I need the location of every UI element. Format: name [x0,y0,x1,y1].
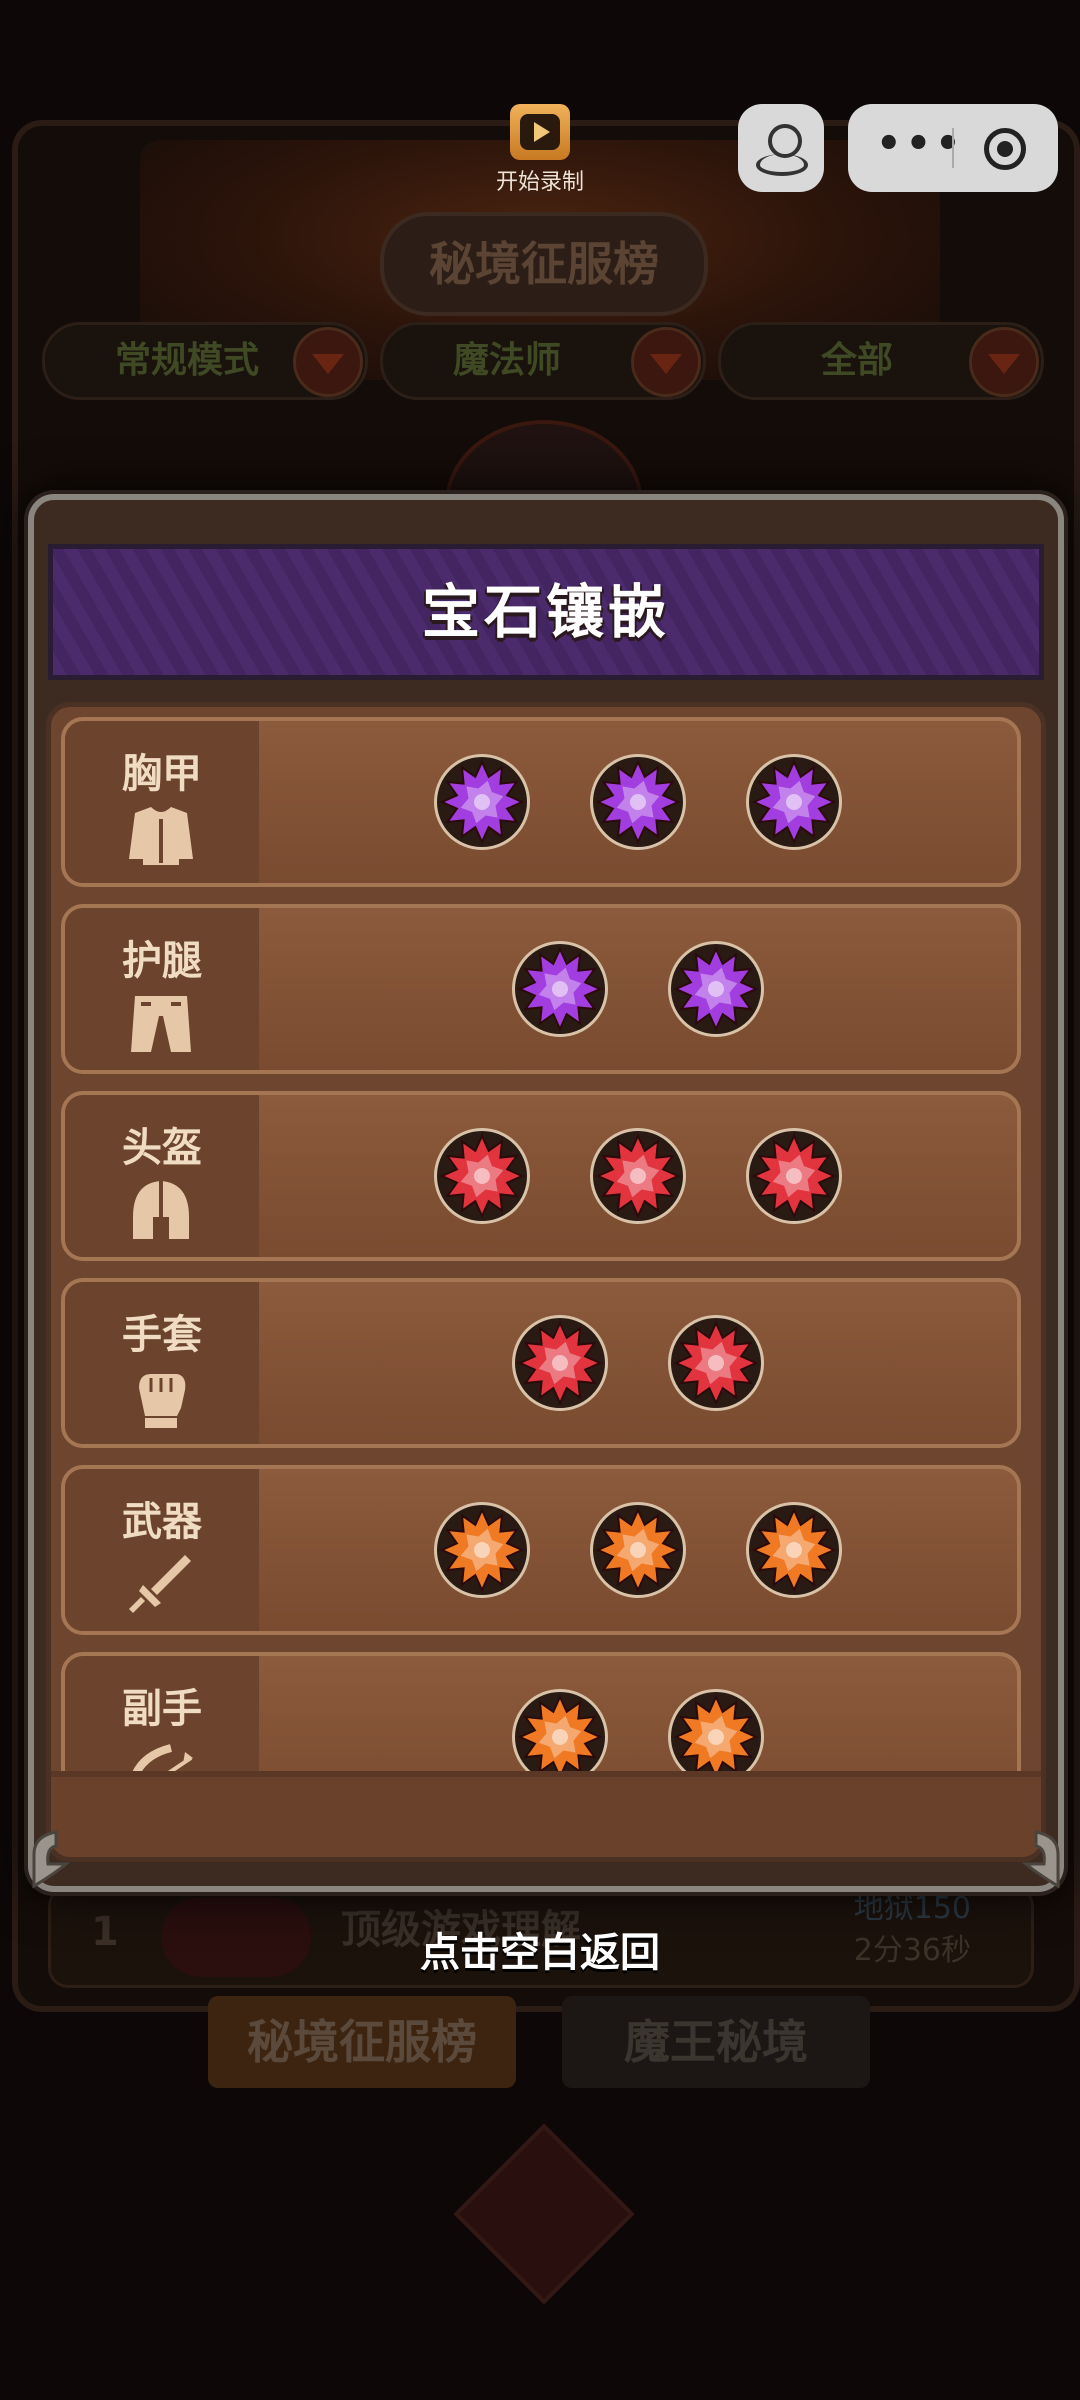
red-gem-icon[interactable] [668,1315,764,1411]
chevron-down-icon [293,327,363,397]
slot-name: 护腿 [122,938,202,984]
orange-gem-icon[interactable] [590,1502,686,1598]
mode-filter-label: 常规模式 [115,340,260,381]
equipment-slot-list[interactable]: 胸甲护腿头盔手套武器副手 [61,717,1033,1773]
profile-button[interactable] [738,104,824,192]
red-gem-icon[interactable] [746,1128,842,1224]
sword-icon [129,1555,191,1613]
close-miniprogram-button[interactable] [984,128,1026,170]
leggings-icon [131,996,191,1052]
tab-demon-realm[interactable]: 魔王秘境 [562,1996,870,2088]
red-gem-icon[interactable] [434,1128,530,1224]
gem-sockets [259,1656,1017,1773]
purple-gem-icon[interactable] [668,941,764,1037]
class-filter[interactable]: 魔法师 [380,322,706,400]
purple-gem-icon[interactable] [590,754,686,850]
slot-label-area: 副手 [65,1656,259,1773]
corner-ornament-icon [32,1830,71,1889]
slot-name: 副手 [122,1686,202,1732]
start-recording-label: 开始录制 [495,170,584,195]
orange-gem-icon[interactable] [512,1689,608,1773]
bow-icon [131,1744,193,1773]
gem-sockets [259,1282,1017,1444]
equipment-slot-row[interactable]: 胸甲 [61,717,1021,887]
slot-label-area: 胸甲 [65,721,259,883]
video-record-icon [510,104,570,160]
slot-label-area: 手套 [65,1282,259,1444]
red-gem-icon[interactable] [590,1128,686,1224]
equipment-slot-row[interactable]: 头盔 [61,1091,1021,1261]
purple-gem-icon[interactable] [746,754,842,850]
class-filter-label: 魔法师 [453,340,562,381]
tab-conquest-ranking[interactable]: 秘境征服榜 [208,1996,516,2088]
slot-label-area: 武器 [65,1469,259,1631]
gem-sockets [259,1095,1017,1257]
close-emblem-icon [453,2123,635,2305]
gauntlet-icon [139,1374,186,1428]
slot-label-area: 护腿 [65,908,259,1070]
orange-gem-icon[interactable] [434,1502,530,1598]
purple-gem-icon[interactable] [434,754,530,850]
gem-sockets [259,721,1017,883]
corner-ornament-icon [1021,1830,1060,1889]
equipment-slot-row[interactable]: 手套 [61,1278,1021,1448]
gem-sockets [259,908,1017,1070]
chevron-down-icon [631,327,701,397]
equipment-slot-row[interactable]: 副手 [61,1652,1021,1773]
orange-gem-icon[interactable] [746,1502,842,1598]
dialog-title: 宝石镶嵌 [421,578,670,646]
purple-gem-icon[interactable] [512,941,608,1037]
slot-panel: 胸甲护腿头盔手套武器副手 [46,702,1046,1862]
orange-gem-icon[interactable] [668,1689,764,1773]
chevron-down-icon [969,327,1039,397]
dialog-header: 宝石镶嵌 [48,544,1044,680]
slot-name: 手套 [122,1312,202,1358]
more-menu-button[interactable]: ••• [876,124,961,164]
ranking-title: 秘境征服榜 [380,212,708,316]
equipment-slot-row[interactable]: 武器 [61,1465,1021,1635]
tap-to-return-hint[interactable]: 点击空白返回 [0,1920,1080,1978]
red-gem-icon[interactable] [512,1315,608,1411]
slot-name: 胸甲 [122,751,202,797]
scope-filter-label: 全部 [821,340,894,381]
user-icon [768,124,802,158]
chestplate-icon [129,807,193,865]
mode-filter[interactable]: 常规模式 [42,322,368,400]
equipment-slot-row[interactable]: 护腿 [61,904,1021,1074]
slot-name: 武器 [122,1499,202,1545]
miniprogram-capsule: ••• [848,104,1058,192]
slot-label-area: 头盔 [65,1095,259,1257]
slot-name: 头盔 [122,1125,202,1171]
scope-filter[interactable]: 全部 [718,322,1044,400]
gem-inlay-dialog: 宝石镶嵌 胸甲护腿头盔手套武器副手 [28,494,1064,1892]
helmet-icon [133,1181,189,1239]
start-recording-button[interactable]: 开始录制 [486,104,594,196]
panel-footer [51,1771,1041,1857]
capsule-divider [952,128,954,168]
gem-sockets [259,1469,1017,1631]
